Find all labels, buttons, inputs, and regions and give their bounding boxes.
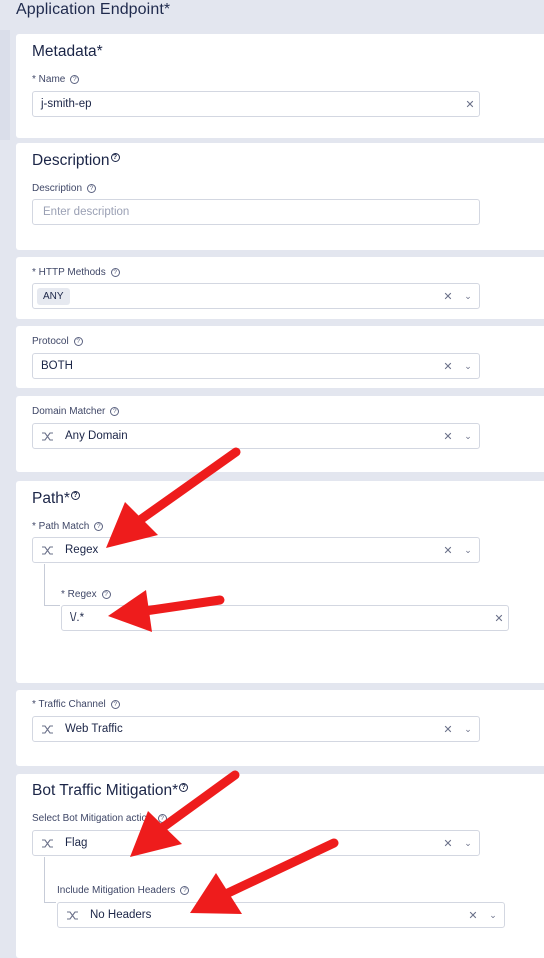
description-input[interactable]: Enter description <box>32 199 480 225</box>
help-circle-icon[interactable]: ? <box>94 522 104 531</box>
protocol-value[interactable]: BOTH <box>33 360 439 372</box>
clear-x-icon[interactable]: ✕ <box>439 360 457 373</box>
chevron-down-icon[interactable]: ⌄ <box>457 431 479 442</box>
shuffle-mode-icon <box>40 837 54 849</box>
clear-x-icon[interactable]: ✕ <box>490 612 508 625</box>
clear-x-icon[interactable]: ✕ <box>439 290 457 303</box>
domain-matcher-value[interactable]: Any Domain <box>65 430 439 442</box>
metadata-card: Metadata* * Name? j-smith-ep ✕ <box>16 34 544 138</box>
http-methods-select[interactable]: ANY ✕ ⌄ <box>32 283 480 309</box>
domain-matcher-label: Domain Matcher? <box>32 406 120 417</box>
path-match-label: * Path Match? <box>32 521 104 532</box>
path-match-value[interactable]: Regex <box>65 544 439 556</box>
help-circle-icon[interactable]: ? <box>101 590 111 599</box>
shuffle-mode-icon <box>40 430 54 442</box>
help-circle-icon[interactable]: ? <box>157 814 167 823</box>
help-circle-icon[interactable]: ? <box>70 491 80 500</box>
path-card: Path*? * Path Match? Regex ✕ ⌄ * Regex? … <box>16 481 544 683</box>
help-circle-icon[interactable]: ? <box>110 153 120 162</box>
chevron-down-icon[interactable]: ⌄ <box>457 361 479 372</box>
bot-action-label: Select Bot Mitigation action? <box>32 813 167 824</box>
help-circle-icon[interactable]: ? <box>70 75 80 84</box>
clear-x-icon[interactable]: ✕ <box>439 430 457 443</box>
name-field[interactable]: j-smith-ep ✕ <box>32 91 480 117</box>
bot-action-value[interactable]: Flag <box>65 837 439 849</box>
tree-connector <box>44 857 56 903</box>
help-circle-icon[interactable]: ? <box>110 268 120 277</box>
protocol-select[interactable]: BOTH ✕ ⌄ <box>32 353 480 379</box>
domain-matcher-select[interactable]: Any Domain ✕ ⌄ <box>32 423 480 449</box>
traffic-channel-card: * Traffic Channel? Web Traffic ✕ ⌄ <box>16 690 544 766</box>
shuffle-mode-icon <box>40 723 54 735</box>
description-title: Description? <box>32 152 120 170</box>
traffic-channel-select[interactable]: Web Traffic ✕ ⌄ <box>32 716 480 742</box>
clear-x-icon[interactable]: ✕ <box>439 544 457 557</box>
headers-label: Include Mitigation Headers? <box>57 885 190 896</box>
domain-matcher-card: Domain Matcher? Any Domain ✕ ⌄ <box>16 396 544 472</box>
path-title: Path*? <box>32 490 80 508</box>
headers-select[interactable]: No Headers ✕ ⌄ <box>57 902 505 928</box>
bot-mitigation-title: Bot Traffic Mitigation*? <box>32 782 189 800</box>
clear-x-icon[interactable]: ✕ <box>439 837 457 850</box>
traffic-channel-value[interactable]: Web Traffic <box>65 723 439 735</box>
http-methods-card: * HTTP Methods? ANY ✕ ⌄ <box>16 257 544 319</box>
chevron-down-icon[interactable]: ⌄ <box>482 910 504 921</box>
page-title: Application Endpoint* <box>16 1 171 18</box>
help-circle-icon[interactable]: ? <box>110 700 120 709</box>
method-chip[interactable]: ANY <box>37 287 70 305</box>
description-card: Description? Description? Enter descript… <box>16 143 544 250</box>
chevron-down-icon[interactable]: ⌄ <box>457 838 479 849</box>
metadata-title: Metadata* <box>32 43 103 60</box>
help-circle-icon[interactable]: ? <box>110 407 120 416</box>
help-circle-icon[interactable]: ? <box>73 337 83 346</box>
shuffle-mode-icon <box>40 544 54 556</box>
name-value[interactable]: j-smith-ep <box>33 98 461 110</box>
http-methods-label: * HTTP Methods? <box>32 267 120 278</box>
clear-x-icon[interactable]: ✕ <box>439 723 457 736</box>
chevron-down-icon[interactable]: ⌄ <box>457 545 479 556</box>
chevron-down-icon[interactable]: ⌄ <box>457 291 479 302</box>
help-circle-icon[interactable]: ? <box>87 184 97 193</box>
regex-value[interactable]: \/.* <box>62 612 490 624</box>
description-placeholder[interactable]: Enter description <box>33 206 479 218</box>
left-rail <box>0 30 10 140</box>
regex-label: * Regex? <box>61 589 111 600</box>
name-label: * Name? <box>32 74 80 85</box>
bot-mitigation-card: Bot Traffic Mitigation*? Select Bot Miti… <box>16 774 544 958</box>
traffic-channel-label: * Traffic Channel? <box>32 699 120 710</box>
shuffle-mode-icon <box>65 909 79 921</box>
clear-x-icon[interactable]: ✕ <box>464 909 482 922</box>
headers-value[interactable]: No Headers <box>90 909 464 921</box>
help-circle-icon[interactable]: ? <box>180 886 190 895</box>
bot-action-select[interactable]: Flag ✕ ⌄ <box>32 830 480 856</box>
description-label: Description? <box>32 183 97 194</box>
clear-x-icon[interactable]: ✕ <box>461 98 479 111</box>
help-circle-icon[interactable]: ? <box>179 783 189 792</box>
protocol-card: Protocol? BOTH ✕ ⌄ <box>16 326 544 388</box>
tree-connector <box>44 564 60 606</box>
chevron-down-icon[interactable]: ⌄ <box>457 724 479 735</box>
regex-input[interactable]: \/.* ✕ <box>61 605 509 631</box>
protocol-label: Protocol? <box>32 336 83 347</box>
path-match-select[interactable]: Regex ✕ ⌄ <box>32 537 480 563</box>
